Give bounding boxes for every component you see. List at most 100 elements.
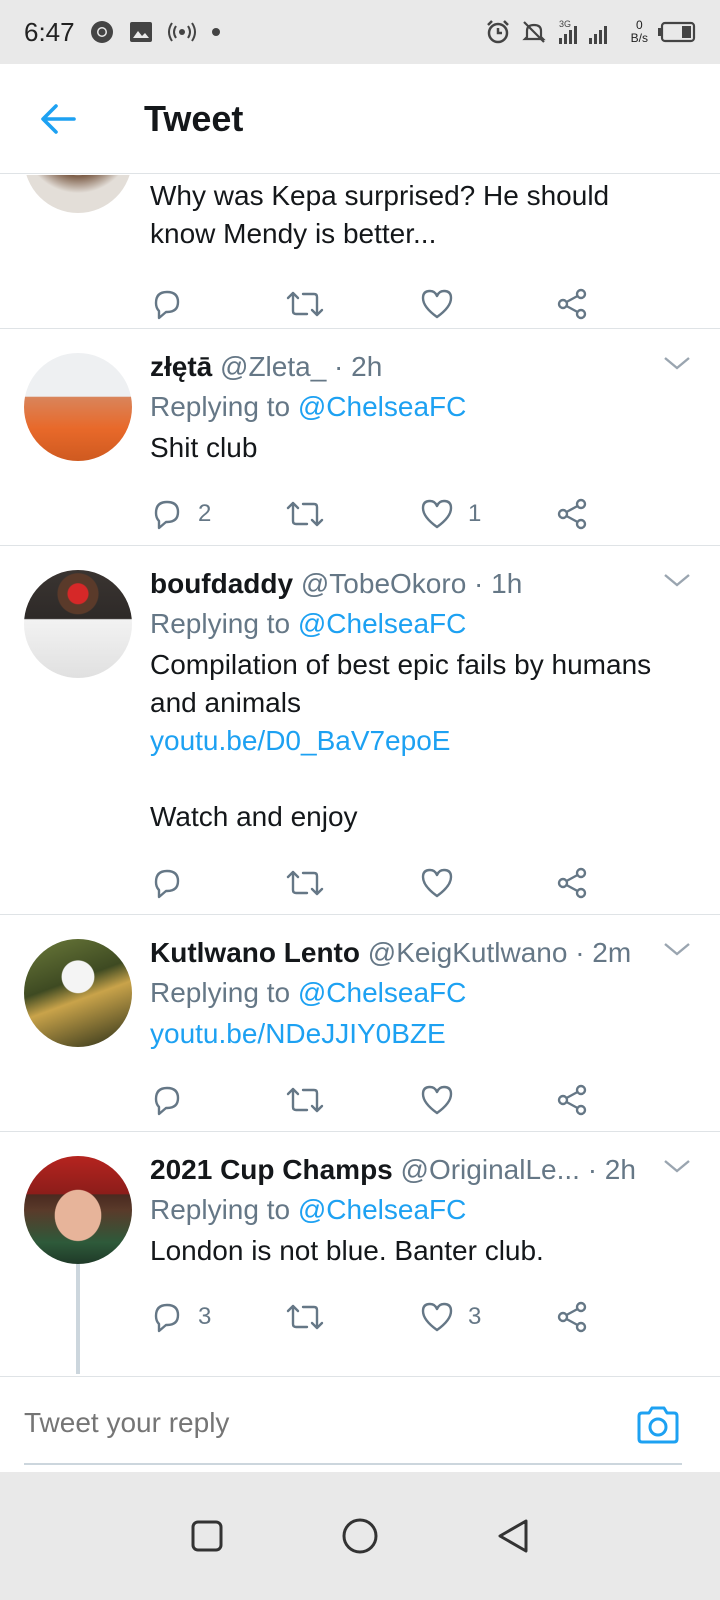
share-icon [557, 1301, 587, 1333]
tweet-text-line: Compilation of best epic fails by humans… [150, 649, 652, 718]
handle-and-time[interactable]: @Zleta_ · 2h [220, 351, 382, 382]
home-button[interactable] [335, 1511, 385, 1561]
chevron-down-icon [664, 574, 690, 587]
chrome-icon [89, 19, 115, 45]
replying-label: Replying to [150, 977, 291, 1008]
mention-link[interactable]: @ChelseaFC [298, 977, 466, 1008]
display-name[interactable]: złętā [150, 351, 212, 382]
back-nav-button[interactable] [488, 1511, 538, 1561]
reply-button[interactable]: 2 [150, 497, 285, 531]
tweet[interactable]: Kutlwano Lento @KeigKutlwano · 2m Replyi… [0, 915, 720, 1132]
tweet-menu-caret[interactable] [662, 353, 692, 383]
display-name[interactable]: 2021 Cup Champs [150, 1154, 393, 1185]
handle-and-time[interactable]: @KeigKutlwano · 2m [368, 937, 631, 968]
reply-input-underline [24, 1463, 682, 1465]
tweet[interactable]: 2021 Cup Champs @OriginalLe... · 2h Repl… [0, 1132, 720, 1392]
tweet-text: Compilation of best epic fails by humans… [150, 646, 690, 836]
avatar[interactable] [24, 939, 132, 1047]
notification-dot-icon [211, 27, 221, 37]
reply-icon [154, 290, 180, 320]
tweet-header: 2021 Cup Champs @OriginalLe... · 2h [150, 1150, 690, 1190]
retweet-button[interactable] [285, 497, 420, 531]
share-button[interactable] [555, 1300, 690, 1334]
avatar[interactable] [24, 570, 132, 678]
share-button[interactable] [555, 866, 690, 900]
like-button[interactable]: 1 [420, 498, 555, 530]
replying-to: Replying to @ChelseaFC [150, 387, 690, 427]
like-count: 1 [468, 500, 482, 527]
hotspot-icon [167, 20, 197, 44]
triangle-back-icon [498, 1519, 528, 1553]
heart-icon [421, 1085, 453, 1115]
tweet-actions: 2 1 [150, 471, 690, 557]
retweet-button[interactable] [285, 866, 420, 900]
heart-icon [421, 868, 453, 898]
thread-line [76, 1264, 80, 1374]
reply-icon [154, 1086, 180, 1116]
retweet-button[interactable] [285, 1083, 420, 1117]
tweet-link[interactable]: youtu.be/NDeJJIY0BZE [150, 1015, 690, 1053]
like-button[interactable]: 3 [420, 1301, 555, 1333]
like-button[interactable] [420, 867, 555, 899]
share-icon [557, 288, 587, 320]
tweet-header: boufdaddy @TobeOkoro · 1h [150, 564, 690, 604]
back-button[interactable] [28, 89, 88, 149]
share-button[interactable] [555, 1083, 690, 1117]
display-name[interactable]: Kutlwano Lento [150, 937, 360, 968]
tweet-text: Shit club [150, 432, 258, 463]
svg-text:3G: 3G [559, 19, 571, 29]
share-icon [557, 867, 587, 899]
reply-button[interactable] [150, 866, 285, 900]
share-button[interactable] [555, 287, 690, 321]
top-app-bar: Tweet [0, 64, 720, 174]
battery-icon [658, 21, 696, 43]
reply-button[interactable] [150, 287, 285, 321]
retweet-button[interactable] [285, 287, 420, 321]
recents-button[interactable] [182, 1511, 232, 1561]
share-button[interactable] [555, 497, 690, 531]
gallery-icon [129, 20, 153, 44]
retweet-icon [286, 870, 324, 896]
reply-icon [154, 500, 180, 530]
square-icon [191, 1520, 223, 1552]
mention-link[interactable]: @ChelseaFC [298, 1194, 466, 1225]
camera-button[interactable] [636, 1405, 680, 1445]
tweet-link[interactable]: youtu.be/D0_BaV7epoE [150, 722, 690, 760]
mute-icon [521, 19, 547, 45]
like-button[interactable] [420, 1084, 555, 1116]
camera-icon [637, 1406, 679, 1444]
handle-and-time[interactable]: @OriginalLe... · 2h [401, 1154, 636, 1185]
retweet-icon [286, 501, 324, 527]
handle-and-time[interactable]: @TobeOkoro · 1h [301, 568, 522, 599]
avatar[interactable] [24, 1156, 132, 1264]
chevron-down-icon [664, 357, 690, 370]
tweet-actions [150, 1057, 690, 1143]
mention-link[interactable]: @ChelseaFC [298, 608, 466, 639]
display-name[interactable]: boufdaddy [150, 568, 293, 599]
tweet-actions [150, 840, 690, 926]
tweet-text-line: Watch and enjoy [150, 801, 358, 832]
chevron-down-icon [664, 1160, 690, 1173]
reply-count: 2 [198, 500, 212, 527]
mention-link[interactable]: @ChelseaFC [298, 391, 466, 422]
retweet-icon [286, 291, 324, 317]
tweet[interactable]: złętā @Zleta_ · 2h Replying to @ChelseaF… [0, 329, 720, 546]
avatar[interactable] [24, 175, 132, 213]
network-speed-unit: B/s [630, 31, 648, 45]
tweet-menu-caret[interactable] [662, 570, 692, 600]
reply-input[interactable] [24, 1393, 624, 1453]
reply-icon [154, 1303, 180, 1333]
like-button[interactable] [420, 288, 555, 320]
status-time: 6:47 [24, 16, 75, 47]
tweet-menu-caret[interactable] [662, 939, 692, 969]
reply-feed[interactable]: Why was Kepa surprised? He should know M… [0, 175, 720, 1405]
avatar[interactable] [24, 353, 132, 461]
retweet-button[interactable] [285, 1300, 420, 1334]
tweet[interactable]: boufdaddy @TobeOkoro · 1h Replying to @C… [0, 546, 720, 915]
reply-button[interactable] [150, 1083, 285, 1117]
reply-button[interactable]: 3 [150, 1300, 285, 1334]
retweet-icon [286, 1087, 324, 1113]
tweet-menu-caret[interactable] [662, 1156, 692, 1186]
tweet[interactable]: Why was Kepa surprised? He should know M… [0, 175, 720, 329]
